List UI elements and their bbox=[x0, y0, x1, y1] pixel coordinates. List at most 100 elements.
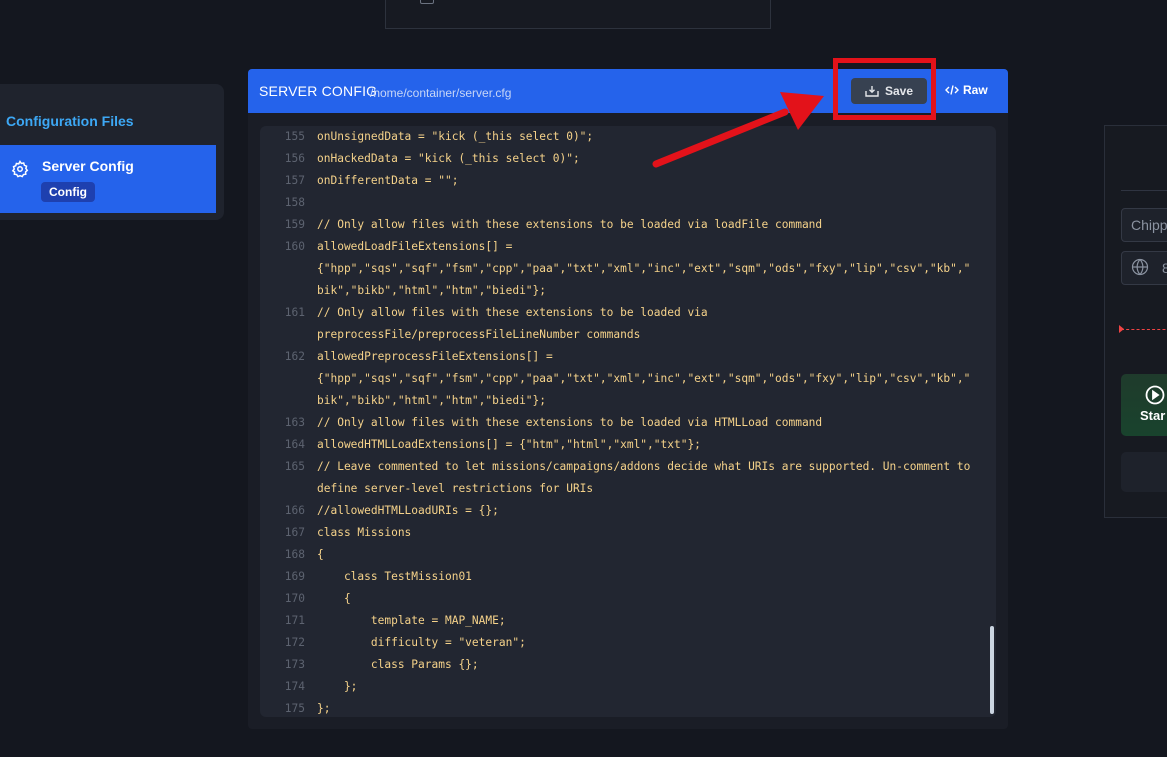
code-line: 162 allowedPreprocessFileExtensions[] = bbox=[260, 346, 996, 368]
address-field[interactable]: 8 bbox=[1121, 251, 1167, 285]
editor-title: SERVER CONFIG bbox=[259, 83, 378, 99]
code-text: onUnsignedData = "kick (_this select 0)"… bbox=[317, 130, 594, 143]
code-line: 157 onDifferentData = ""; bbox=[260, 170, 996, 192]
code-line: 172 difficulty = "veteran"; bbox=[260, 632, 996, 654]
right-panel: Chipp 8 Star bbox=[1104, 125, 1167, 518]
line-number: 165 bbox=[284, 460, 305, 473]
code-text: bik","bikb","html","htm","biedi"}; bbox=[317, 394, 547, 407]
line-number: 166 bbox=[284, 504, 305, 517]
code-line: {"hpp","sqs","sqf","fsm","cpp","paa","tx… bbox=[260, 368, 996, 390]
secondary-button[interactable] bbox=[1121, 452, 1167, 492]
code-line: {"hpp","sqs","sqf","fsm","cpp","paa","tx… bbox=[260, 258, 996, 280]
line-number: 155 bbox=[284, 130, 305, 143]
code-text: class Params {}; bbox=[317, 658, 479, 671]
code-line: 169 class TestMission01 bbox=[260, 566, 996, 588]
address-value: 8 bbox=[1162, 260, 1167, 276]
code-text: // Leave commented to let missions/campa… bbox=[317, 460, 971, 473]
code-text: { bbox=[317, 548, 324, 561]
top-card-fragment bbox=[385, 0, 771, 29]
sidebar-item-server-config[interactable]: Server Config Config bbox=[0, 145, 216, 213]
code-line: 164 allowedHTMLLoadExtensions[] = {"htm",… bbox=[260, 434, 996, 456]
gear-icon bbox=[11, 160, 29, 178]
code-text: allowedHTMLLoadExtensions[] = {"htm","ht… bbox=[317, 438, 701, 451]
code-line: 163 // Only allow files with these extens… bbox=[260, 412, 996, 434]
line-number: 172 bbox=[284, 636, 305, 649]
code-icon bbox=[945, 85, 959, 95]
code-text: define server-level restrictions for URI… bbox=[317, 482, 594, 495]
code-text: template = MAP_NAME; bbox=[317, 614, 506, 627]
code-line: 174 }; bbox=[260, 676, 996, 698]
line-number: 162 bbox=[284, 350, 305, 363]
code-text: preprocessFile/preprocessFileLineNumber … bbox=[317, 328, 641, 341]
code-line: 155 onUnsignedData = "kick (_this select … bbox=[260, 126, 996, 148]
line-number: 164 bbox=[284, 438, 305, 451]
code-text: // Only allow files with these extension… bbox=[317, 416, 823, 429]
sidebar-title: Configuration Files bbox=[6, 113, 134, 129]
code-text: }; bbox=[317, 702, 331, 715]
line-number: 160 bbox=[284, 240, 305, 253]
timeline-dash bbox=[1121, 329, 1167, 330]
code-text: // Only allow files with these extension… bbox=[317, 218, 823, 231]
config-files-sidebar: Configuration Files Server Config Config bbox=[0, 84, 224, 220]
line-number: 163 bbox=[284, 416, 305, 429]
code-text: // Only allow files with these extension… bbox=[317, 306, 708, 319]
code-text: {"hpp","sqs","sqf","fsm","cpp","paa","tx… bbox=[317, 262, 971, 275]
code-text: }; bbox=[317, 680, 358, 693]
raw-label: Raw bbox=[963, 83, 988, 97]
code-line: bik","bikb","html","htm","biedi"}; bbox=[260, 390, 996, 412]
line-number: 167 bbox=[284, 526, 305, 539]
code-text: allowedPreprocessFileExtensions[] = bbox=[317, 350, 553, 363]
line-number: 174 bbox=[284, 680, 305, 693]
play-icon bbox=[1145, 385, 1165, 405]
globe-icon bbox=[1131, 258, 1149, 276]
line-number: 173 bbox=[284, 658, 305, 671]
code-line: 156 onHackedData = "kick (_this select 0)… bbox=[260, 148, 996, 170]
code-line: 170 { bbox=[260, 588, 996, 610]
editor-scrollbar[interactable] bbox=[990, 626, 994, 714]
code-line: 171 template = MAP_NAME; bbox=[260, 610, 996, 632]
annotation-arrow-icon bbox=[652, 92, 824, 168]
code-line: 173 class Params {}; bbox=[260, 654, 996, 676]
code-line: 158 bbox=[260, 192, 996, 214]
highlight-box bbox=[833, 58, 936, 120]
line-number: 170 bbox=[284, 592, 305, 605]
sidebar-item-label: Server Config bbox=[42, 158, 134, 174]
code-line: 167 class Missions bbox=[260, 522, 996, 544]
code-line: preprocessFile/preprocessFileLineNumber … bbox=[260, 324, 996, 346]
code-editor[interactable]: 175}; 174 }; 173 class Params {}; 172 diffi… bbox=[260, 126, 996, 717]
code-text: {"hpp","sqs","sqf","fsm","cpp","paa","tx… bbox=[317, 372, 971, 385]
code-text: difficulty = "veteran"; bbox=[317, 636, 526, 649]
code-text: allowedLoadFileExtensions[] = bbox=[317, 240, 513, 253]
code-line: bik","bikb","html","htm","biedi"}; bbox=[260, 280, 996, 302]
code-text: //allowedHTMLLoadURIs = {}; bbox=[317, 504, 499, 517]
raw-button[interactable]: Raw bbox=[945, 83, 988, 97]
code-text: onDifferentData = ""; bbox=[317, 174, 459, 187]
code-text: onHackedData = "kick (_this select 0)"; bbox=[317, 152, 580, 165]
server-name-field[interactable]: Chipp bbox=[1121, 208, 1167, 242]
code-text: class Missions bbox=[317, 526, 412, 539]
card-icon bbox=[420, 0, 434, 4]
config-badge: Config bbox=[41, 182, 95, 202]
code-line: 160 allowedLoadFileExtensions[] = bbox=[260, 236, 996, 258]
code-line: 175}; bbox=[260, 698, 996, 717]
line-number: 157 bbox=[284, 174, 305, 187]
server-config-editor: SERVER CONFIG /home/container/server.cfg… bbox=[248, 69, 1008, 729]
line-number: 156 bbox=[284, 152, 305, 165]
start-label: Star bbox=[1140, 408, 1166, 423]
code-text: class TestMission01 bbox=[317, 570, 472, 583]
line-number: 168 bbox=[284, 548, 305, 561]
start-button[interactable]: Star bbox=[1121, 374, 1167, 436]
line-number: 171 bbox=[284, 614, 305, 627]
divider bbox=[1121, 190, 1167, 191]
code-line: 166 //allowedHTMLLoadURIs = {}; bbox=[260, 500, 996, 522]
server-name-value: Chipp bbox=[1131, 217, 1167, 233]
code-line: 161 // Only allow files with these extens… bbox=[260, 302, 996, 324]
code-text: bik","bikb","html","htm","biedi"}; bbox=[317, 284, 547, 297]
line-number: 169 bbox=[284, 570, 305, 583]
code-text: { bbox=[317, 592, 351, 605]
code-line: define server-level restrictions for URI… bbox=[260, 478, 996, 500]
file-path: /home/container/server.cfg bbox=[370, 86, 512, 100]
line-number: 159 bbox=[284, 218, 305, 231]
line-number: 175 bbox=[284, 702, 305, 715]
code-line: 168 { bbox=[260, 544, 996, 566]
